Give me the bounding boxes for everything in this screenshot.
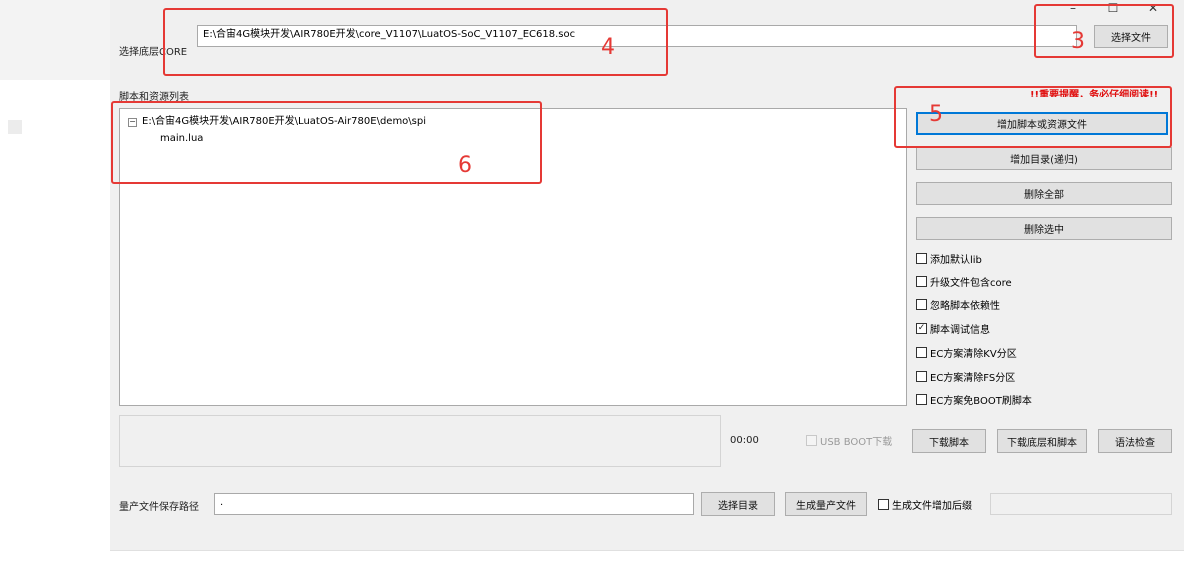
checkbox[interactable] (916, 370, 927, 382)
option-ignore-deps[interactable]: 忽略脚本依赖性 (916, 297, 1000, 312)
download-script-button[interactable]: 下载脚本 (912, 429, 986, 453)
background-app-square (8, 120, 22, 134)
production-path-label: 量产文件保存路径 (119, 502, 199, 513)
download-core-and-script-button[interactable]: 下载底层和脚本 (997, 429, 1087, 453)
annotation-box-6 (111, 101, 542, 184)
checkbox[interactable] (916, 252, 927, 264)
elapsed-time: 00:00 (730, 435, 759, 446)
annotation-number-3: 3 (1071, 29, 1085, 54)
option-label: 生成文件增加后缀 (892, 500, 972, 512)
checkbox[interactable] (878, 498, 889, 510)
option-add-default-lib[interactable]: 添加默认lib (916, 251, 982, 266)
option-label: 脚本调试信息 (930, 324, 990, 336)
usb-boot-option: USB BOOT下载 (806, 433, 893, 448)
option-label: EC方案免BOOT刷脚本 (930, 395, 1032, 407)
background-app-strip (0, 0, 110, 80)
usb-boot-label: USB BOOT下载 (820, 436, 893, 448)
checkbox[interactable] (916, 346, 927, 358)
production-path-field[interactable]: . (214, 493, 694, 515)
delete-selected-button[interactable]: 删除选中 (916, 217, 1172, 240)
checkbox[interactable] (916, 393, 927, 405)
generate-production-file-button[interactable]: 生成量产文件 (785, 492, 867, 516)
select-directory-button[interactable]: 选择目录 (701, 492, 775, 516)
option-label: 添加默认lib (930, 254, 982, 266)
checkbox-disabled (806, 434, 817, 446)
progress-area (119, 415, 721, 467)
option-label: 忽略脚本依赖性 (930, 300, 1000, 312)
checkbox[interactable] (916, 275, 927, 287)
annotation-box-4 (163, 8, 668, 76)
option-debug-info[interactable]: ✓ 脚本调试信息 (916, 321, 990, 336)
add-directory-button[interactable]: 增加目录(递归) (916, 147, 1172, 170)
option-clear-fs[interactable]: EC方案清除FS分区 (916, 369, 1016, 384)
suffix-input-disabled (990, 493, 1172, 515)
annotation-number-6: 6 (458, 153, 472, 178)
option-label: 升级文件包含core (930, 277, 1012, 289)
option-label: EC方案清除KV分区 (930, 348, 1017, 360)
annotation-number-4: 4 (601, 35, 615, 60)
annotation-number-5: 5 (929, 102, 943, 127)
option-no-boot[interactable]: EC方案免BOOT刷脚本 (916, 392, 1032, 407)
checkbox-checked[interactable]: ✓ (916, 322, 927, 334)
option-add-suffix[interactable]: 生成文件增加后缀 (878, 497, 972, 512)
option-label: EC方案清除FS分区 (930, 372, 1016, 384)
option-clear-kv[interactable]: EC方案清除KV分区 (916, 345, 1017, 360)
checkbox[interactable] (916, 298, 927, 310)
option-include-core[interactable]: 升级文件包含core (916, 274, 1012, 289)
delete-all-button[interactable]: 删除全部 (916, 182, 1172, 205)
syntax-check-button[interactable]: 语法检查 (1098, 429, 1172, 453)
annotation-box-3 (1034, 4, 1174, 58)
